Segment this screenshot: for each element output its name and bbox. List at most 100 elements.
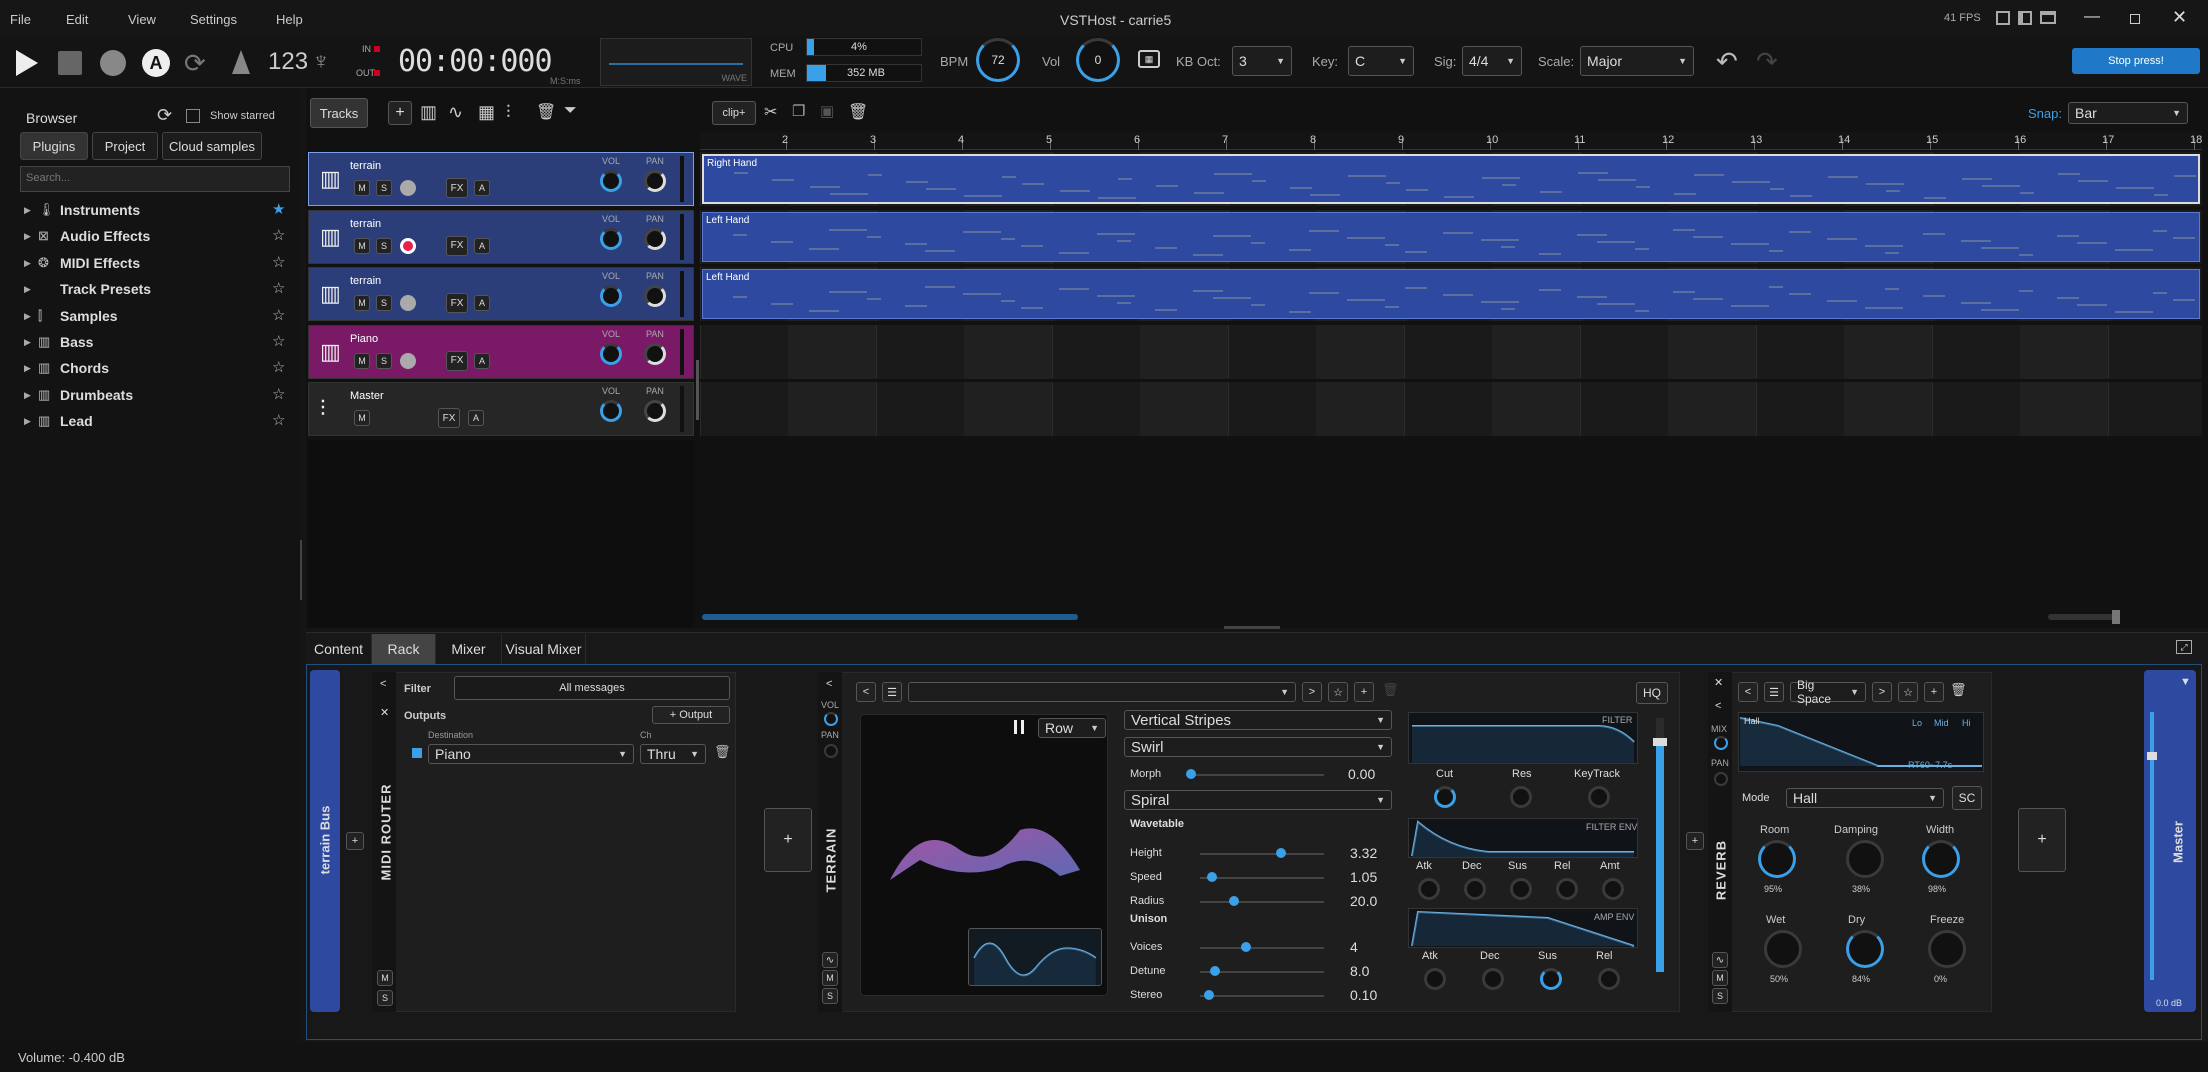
- bottom-tab-rack[interactable]: Rack: [372, 634, 436, 664]
- track-automation-button[interactable]: A: [474, 180, 490, 196]
- keyboard-icon[interactable]: ▦: [1138, 50, 1160, 68]
- track-pan-knob[interactable]: [644, 170, 666, 192]
- terrain-menu-button[interactable]: ☰: [882, 682, 902, 702]
- reverb-preset-select[interactable]: Big Space ▼: [1790, 678, 1866, 706]
- track-fx-button[interactable]: FX: [446, 293, 468, 313]
- track-automation-button[interactable]: A: [474, 237, 490, 254]
- paste-icon[interactable]: ▣: [820, 102, 834, 120]
- midi-clip[interactable]: Right Hand: [702, 154, 2200, 204]
- track-automation-button[interactable]: A: [474, 352, 490, 369]
- snap-select[interactable]: Bar ▼: [2068, 102, 2188, 124]
- detach-panel-icon[interactable]: ⤢: [2176, 640, 2192, 654]
- reverb-collapse-icon[interactable]: <: [1715, 700, 1721, 712]
- terrain-preset-select[interactable]: ▼: [908, 682, 1296, 702]
- play-icon[interactable]: [16, 50, 38, 76]
- keytrack-knob[interactable]: [1588, 786, 1610, 808]
- track-mute-button[interactable]: M: [354, 352, 370, 369]
- bus-add-button[interactable]: +: [346, 832, 364, 850]
- count-in[interactable]: 123: [268, 48, 308, 76]
- browser-item-chords[interactable]: ▶ ▥ Chords ☆: [22, 356, 292, 380]
- scissors-icon[interactable]: ✂: [764, 102, 777, 122]
- tuner-icon[interactable]: ♆: [312, 48, 330, 76]
- star-icon[interactable]: ☆: [272, 253, 285, 271]
- browser-tab-plugins[interactable]: Plugins: [20, 132, 88, 160]
- track-fx-button[interactable]: FX: [446, 235, 468, 256]
- amp-dec-knob[interactable]: [1482, 968, 1504, 990]
- track-record-arm-button[interactable]: [400, 352, 416, 369]
- track-record-arm-button[interactable]: [400, 180, 416, 196]
- terrain-prev-preset[interactable]: <: [856, 682, 876, 702]
- arrange-empty-area[interactable]: [700, 440, 2202, 610]
- reverb-star-button[interactable]: ☆: [1898, 682, 1918, 702]
- record-icon[interactable]: [100, 50, 126, 76]
- track-automation-button[interactable]: A: [468, 410, 484, 426]
- filter-env-dec-knob[interactable]: [1464, 878, 1486, 900]
- clip-add-button[interactable]: clip+: [712, 101, 756, 125]
- track-mute-button[interactable]: M: [354, 295, 370, 311]
- terrain-mute[interactable]: M: [822, 970, 838, 986]
- track-lane-3[interactable]: [700, 324, 2202, 379]
- reverb-close-icon[interactable]: ✕: [1714, 676, 1723, 689]
- insert-plugin-button-3[interactable]: +: [2018, 808, 2066, 872]
- automation-icon[interactable]: A: [142, 49, 170, 77]
- speed-slider[interactable]: [1200, 877, 1324, 879]
- browser-item-midi-effects[interactable]: ▶ ❂ MIDI Effects ☆: [22, 251, 292, 275]
- terrain-collapse-icon[interactable]: <: [826, 678, 832, 690]
- sig-select[interactable]: 4/4 ▼: [1462, 46, 1522, 76]
- insert-plugin-button-1[interactable]: +: [764, 808, 812, 872]
- layout-icon-2[interactable]: [2018, 11, 2032, 25]
- radius-slider[interactable]: [1200, 901, 1324, 903]
- reverb-mute[interactable]: M: [1712, 970, 1728, 986]
- reverb-prev-preset[interactable]: <: [1738, 682, 1758, 702]
- terrain-output-handle[interactable]: [1653, 738, 1667, 746]
- amp-atk-knob[interactable]: [1424, 968, 1446, 990]
- expand-arrow-icon[interactable]: ▶: [24, 416, 31, 427]
- refresh-icon[interactable]: ⟳: [157, 105, 172, 126]
- star-icon[interactable]: ☆: [272, 385, 285, 403]
- speed-slider-handle[interactable]: [1207, 872, 1217, 882]
- row-select[interactable]: Row ▼: [1038, 718, 1106, 738]
- midi-clip[interactable]: Left Hand: [702, 269, 2200, 319]
- shape-select-3[interactable]: Spiral ▼: [1124, 790, 1392, 810]
- router-collapse-icon[interactable]: <: [380, 678, 386, 690]
- expand-arrow-icon[interactable]: ▶: [24, 390, 31, 401]
- reverb-room-knob[interactable]: [1758, 840, 1796, 878]
- reverb-wet-knob[interactable]: [1764, 930, 1802, 968]
- morph-slider-handle[interactable]: [1186, 769, 1196, 779]
- height-slider[interactable]: [1200, 853, 1324, 855]
- track-vol-knob[interactable]: [600, 342, 622, 365]
- browser-item-audio-effects[interactable]: ▶ ⊠ Audio Effects ☆: [22, 224, 292, 248]
- track-lane-4[interactable]: [700, 382, 2202, 436]
- menu-settings[interactable]: Settings: [190, 12, 237, 27]
- terrain-pan-knob[interactable]: [824, 744, 838, 758]
- track-mute-button[interactable]: M: [354, 237, 370, 254]
- menu-help[interactable]: Help: [276, 12, 303, 27]
- close-button[interactable]: ✕: [2172, 7, 2187, 28]
- track-name[interactable]: terrain: [350, 218, 381, 230]
- horizontal-scrollbar[interactable]: [702, 614, 1078, 620]
- track-solo-button[interactable]: S: [376, 352, 392, 369]
- splitter-handle[interactable]: [1224, 626, 1280, 629]
- bpm-knob[interactable]: 72: [976, 38, 1020, 82]
- height-slider-handle[interactable]: [1276, 848, 1286, 858]
- voices-slider[interactable]: [1200, 947, 1324, 949]
- track-pan-knob[interactable]: [644, 342, 666, 365]
- reverb-freeze-knob[interactable]: [1928, 930, 1966, 968]
- star-icon[interactable]: ★: [272, 200, 285, 218]
- track-fx-button[interactable]: FX: [438, 408, 460, 428]
- remove-output-icon[interactable]: 🗑: [714, 744, 731, 760]
- track-pan-knob[interactable]: [644, 285, 666, 307]
- browser-tab-cloud-samples[interactable]: Cloud samples: [162, 132, 262, 160]
- bottom-tab-content[interactable]: Content: [306, 634, 372, 664]
- res-knob[interactable]: [1510, 786, 1532, 808]
- track-name[interactable]: Piano: [350, 333, 378, 345]
- browser-item-track-presets[interactable]: ▶ Track Presets ☆: [22, 277, 292, 301]
- browser-item-drumbeats[interactable]: ▶ ▥ Drumbeats ☆: [22, 383, 292, 407]
- filter-select[interactable]: All messages: [454, 676, 730, 700]
- track-vol-knob[interactable]: [600, 227, 622, 250]
- cut-knob[interactable]: [1434, 786, 1456, 808]
- shape-select-1[interactable]: Vertical Stripes ▼: [1124, 710, 1392, 730]
- browser-item-bass[interactable]: ▶ ▥ Bass ☆: [22, 330, 292, 354]
- track-name[interactable]: Master: [350, 390, 384, 402]
- terrain-solo[interactable]: S: [822, 988, 838, 1004]
